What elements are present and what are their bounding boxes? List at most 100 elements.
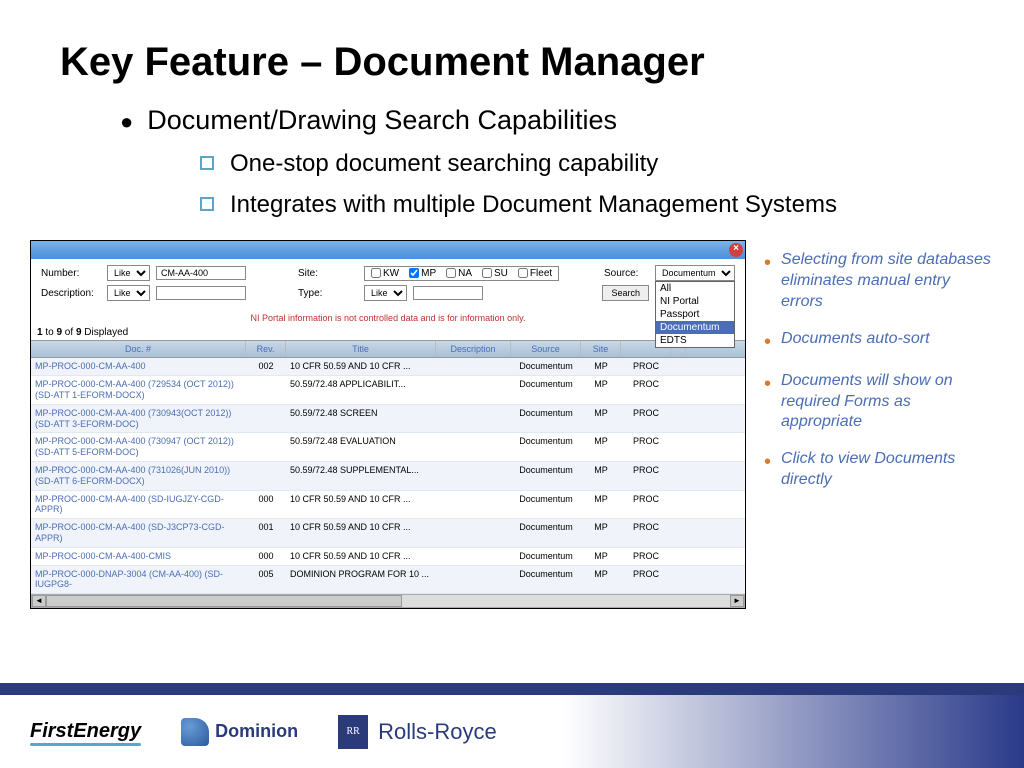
cell-desc — [436, 433, 511, 461]
cell-type: PROC — [621, 491, 671, 519]
cell-doc[interactable]: MP-PROC-000-CM-AA-400 (SD-IUGJZY-CGD-APP… — [31, 491, 246, 519]
cell-rev — [246, 462, 286, 490]
table-row[interactable]: MP-PROC-000-CM-AA-400 (730947 (OCT 2012)… — [31, 433, 745, 462]
cell-doc[interactable]: MP-PROC-000-CM-AA-400 (730943(OCT 2012))… — [31, 405, 246, 433]
table-row[interactable]: MP-PROC-000-CM-AA-400 (SD-IUGJZY-CGD-APP… — [31, 491, 745, 520]
footer: FirstEnergy Dominion RR Rolls-Royce — [0, 683, 1024, 768]
table-row[interactable]: MP-PROC-000-CM-AA-40000210 CFR 50.59 AND… — [31, 358, 745, 376]
cell-site: MP — [581, 462, 621, 490]
col-header-doc[interactable]: Doc. # — [31, 341, 246, 357]
cell-desc — [436, 548, 511, 565]
description-operator-select[interactable]: Like — [107, 285, 150, 301]
dropdown-item[interactable]: All — [656, 282, 734, 295]
table-row[interactable]: MP-PROC-000-CM-AA-400 (731026(JUN 2010))… — [31, 462, 745, 491]
close-icon[interactable]: × — [729, 243, 743, 257]
cell-doc[interactable]: MP-PROC-000-CM-AA-400 (730947 (OCT 2012)… — [31, 433, 246, 461]
page-title: Key Feature – Document Manager — [60, 40, 964, 85]
type-operator-select[interactable]: Like — [364, 285, 407, 301]
cell-title: 50.59/72.48 APPLICABILIT... — [286, 376, 436, 404]
checkbox-mp[interactable]: MP — [409, 268, 436, 279]
sub-bullet: Integrates with multiple Document Manage… — [200, 189, 964, 220]
cell-rev: 002 — [246, 358, 286, 375]
side-bullet: Click to view Documents directly — [764, 449, 994, 491]
cell-type: PROC — [621, 376, 671, 404]
type-input[interactable] — [413, 286, 483, 300]
cell-rev: 000 — [246, 491, 286, 519]
cell-desc — [436, 566, 511, 594]
cell-title: 10 CFR 50.59 AND 10 CFR ... — [286, 519, 436, 547]
checkbox-su[interactable]: SU — [482, 268, 508, 279]
col-header-desc[interactable]: Description — [436, 341, 511, 357]
cell-source: Documentum — [511, 376, 581, 404]
col-header-source[interactable]: Source — [511, 341, 581, 357]
source-label: Source: — [604, 268, 649, 279]
cell-source: Documentum — [511, 358, 581, 375]
cell-doc[interactable]: MP-PROC-000-DNAP-3004 (CM-AA-400) (SD-IU… — [31, 566, 246, 594]
description-input[interactable] — [156, 286, 246, 300]
scroll-left-icon[interactable]: ◄ — [32, 595, 46, 607]
dropdown-item[interactable]: NI Portal — [656, 295, 734, 308]
dropdown-item[interactable]: Passport — [656, 308, 734, 321]
cell-source: Documentum — [511, 566, 581, 594]
cell-doc[interactable]: MP-PROC-000-CM-AA-400 — [31, 358, 246, 375]
cell-doc[interactable]: MP-PROC-000-CM-AA-400-CMIS — [31, 548, 246, 565]
number-input[interactable] — [156, 266, 246, 280]
number-operator-select[interactable]: Like — [107, 265, 150, 281]
side-bullet: Selecting from site databases eliminates… — [764, 250, 994, 312]
number-label: Number: — [41, 268, 101, 279]
source-select[interactable]: Documentum — [655, 265, 735, 281]
checkbox-na[interactable]: NA — [446, 268, 472, 279]
col-header-rev[interactable]: Rev. — [246, 341, 286, 357]
horizontal-scrollbar[interactable]: ◄ ► — [31, 594, 745, 608]
cell-title: 10 CFR 50.59 AND 10 CFR ... — [286, 358, 436, 375]
cell-source: Documentum — [511, 519, 581, 547]
table-row[interactable]: MP-PROC-000-CM-AA-400 (SD-J3CP73-CGD-APP… — [31, 519, 745, 548]
checkbox-fleet[interactable]: Fleet — [518, 268, 552, 279]
table-row[interactable]: MP-PROC-000-CM-AA-400-CMIS00010 CFR 50.5… — [31, 548, 745, 566]
cell-source: Documentum — [511, 462, 581, 490]
cell-type: PROC — [621, 462, 671, 490]
cell-doc[interactable]: MP-PROC-000-CM-AA-400 (731026(JUN 2010))… — [31, 462, 246, 490]
cell-doc[interactable]: MP-PROC-000-CM-AA-400 (SD-J3CP73-CGD-APP… — [31, 519, 246, 547]
cell-type: PROC — [621, 405, 671, 433]
app-titlebar: × — [31, 241, 745, 259]
cell-site: MP — [581, 491, 621, 519]
source-dropdown-list: All NI Portal Passport Documentum EDTS — [655, 281, 735, 348]
checkbox-kw[interactable]: KW — [371, 268, 399, 279]
logo-rollsroyce: RR Rolls-Royce — [338, 715, 497, 749]
scroll-right-icon[interactable]: ► — [730, 595, 744, 607]
side-bullet: Documents will show on required Forms as… — [764, 371, 994, 433]
logo-dominion: Dominion — [181, 718, 298, 746]
table-row[interactable]: MP-PROC-000-DNAP-3004 (CM-AA-400) (SD-IU… — [31, 566, 745, 595]
col-header-site[interactable]: Site — [581, 341, 621, 357]
cell-source: Documentum — [511, 405, 581, 433]
cell-site: MP — [581, 405, 621, 433]
search-button[interactable]: Search — [602, 285, 649, 301]
dropdown-item[interactable]: Documentum — [656, 321, 734, 334]
cell-doc[interactable]: MP-PROC-000-CM-AA-400 (729534 (OCT 2012)… — [31, 376, 246, 404]
cell-desc — [436, 376, 511, 404]
cell-title: 10 CFR 50.59 AND 10 CFR ... — [286, 491, 436, 519]
warning-text: NI Portal information is not controlled … — [31, 311, 745, 325]
table-body: MP-PROC-000-CM-AA-40000210 CFR 50.59 AND… — [31, 358, 745, 594]
cell-type: PROC — [621, 548, 671, 565]
rr-badge-icon: RR — [338, 715, 368, 749]
cell-source: Documentum — [511, 433, 581, 461]
cell-type: PROC — [621, 566, 671, 594]
table-row[interactable]: MP-PROC-000-CM-AA-400 (730943(OCT 2012))… — [31, 405, 745, 434]
cell-rev: 001 — [246, 519, 286, 547]
cell-type: PROC — [621, 519, 671, 547]
cell-desc — [436, 462, 511, 490]
col-header-title[interactable]: Title — [286, 341, 436, 357]
main-bullet: Document/Drawing Search Capabilities — [120, 105, 964, 136]
cell-site: MP — [581, 566, 621, 594]
cell-site: MP — [581, 376, 621, 404]
cell-title: 50.59/72.48 EVALUATION — [286, 433, 436, 461]
logo-firstenergy: FirstEnergy — [30, 720, 141, 743]
cell-desc — [436, 491, 511, 519]
cell-site: MP — [581, 358, 621, 375]
table-row[interactable]: MP-PROC-000-CM-AA-400 (729534 (OCT 2012)… — [31, 376, 745, 405]
cell-title: DOMINION PROGRAM FOR 10 ... — [286, 566, 436, 594]
cell-rev: 000 — [246, 548, 286, 565]
dropdown-item[interactable]: EDTS — [656, 334, 734, 347]
